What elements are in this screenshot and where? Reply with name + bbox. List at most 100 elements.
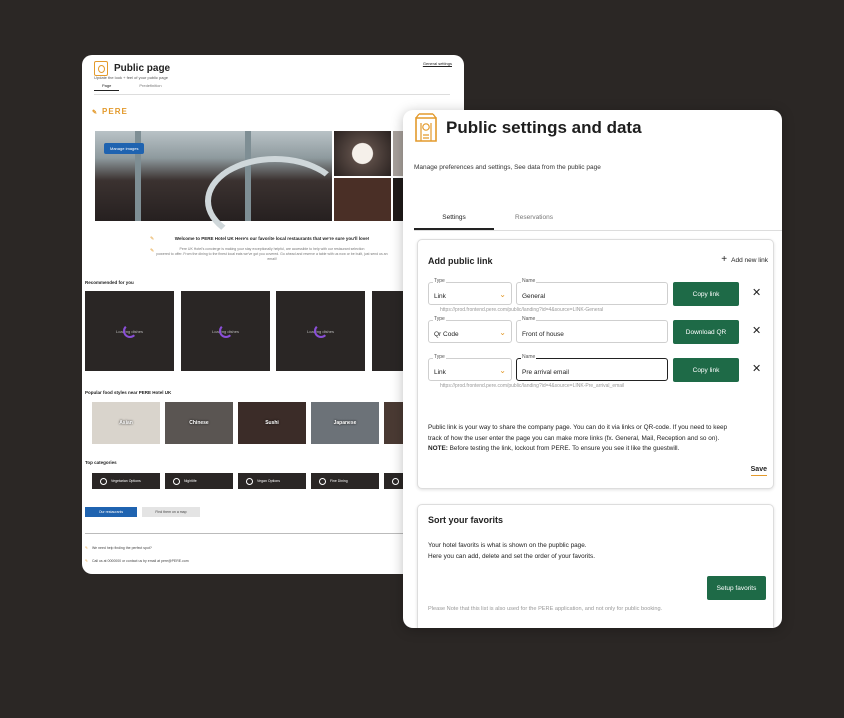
settings-tabs: Settings Reservations [414, 210, 782, 231]
category-label: Vegan Options [257, 479, 280, 483]
close-icon[interactable]: ✕ [752, 362, 761, 375]
contact-line: ✎ Call us at 0000000 or contact us by ema… [85, 559, 189, 563]
name-input[interactable]: Name General [516, 278, 668, 305]
tab-predefinition[interactable]: Predefinition [139, 83, 161, 91]
info-line: Public link is your way to share the com… [428, 424, 728, 431]
add-public-link-panel: Add public link + Add new link Type Link … [417, 239, 774, 489]
close-icon[interactable]: ✕ [752, 324, 761, 337]
sort-favorites-desc: Your hotel favorits is what is shown on … [428, 541, 595, 562]
top-categories-heading: Top categories [85, 460, 117, 465]
sort-favorites-title: Sort your favorits [428, 515, 504, 525]
back-header: Public page [94, 61, 170, 76]
recommended-card[interactable]: Loading dishes [181, 291, 270, 371]
hotel-logo-icon [415, 113, 437, 142]
help-question-text: We need help finding the perfect spot? [91, 546, 152, 550]
food-style-card[interactable]: Asian [92, 402, 160, 444]
name-value: Front of house [522, 331, 564, 338]
copy-link-button[interactable]: Copy link [673, 282, 739, 306]
pencil-icon[interactable]: ✎ [150, 248, 154, 254]
name-input[interactable]: Name Pre arrival email [516, 354, 668, 381]
note-text: Before testing the link, lockout from PE… [447, 445, 680, 452]
type-select[interactable]: Type Link ⌄ [428, 278, 512, 305]
category-chip[interactable]: Fine Dining [311, 473, 379, 489]
contact-text: Call us at 0000000 or contact us by emai… [91, 559, 189, 563]
pencil-icon[interactable]: ✎ [92, 110, 98, 116]
brand-name: PERE [102, 107, 128, 116]
public-link-info: Public link is your way to share the com… [428, 423, 773, 455]
general-settings-link[interactable]: General settings [423, 61, 452, 66]
setup-favorites-button[interactable]: Setup favorits [707, 576, 766, 600]
link-url: https://prod.frontend.pere.com/public/la… [440, 383, 625, 389]
type-select[interactable]: Type Qr Code ⌄ [428, 316, 512, 343]
welcome-block: ✎ Welcome to PERE Hotel UK Here's our fa… [150, 236, 392, 262]
link-url: https://prod.frontend.pere.com/public/la… [440, 307, 604, 313]
food-style-label: Asian [119, 420, 133, 426]
close-icon[interactable]: ✕ [752, 286, 761, 299]
chevron-down-icon: ⌄ [499, 328, 506, 337]
page-title: Public settings and data [446, 118, 642, 137]
food-style-card[interactable]: Sushi [238, 402, 306, 444]
type-label: Type [433, 354, 446, 360]
name-label: Name [521, 354, 537, 360]
type-value: Qr Code [434, 331, 459, 338]
category-chip[interactable]: Vegetarian Options [92, 473, 160, 489]
food-style-card[interactable]: Chinese [165, 402, 233, 444]
sort-favorites-panel: Sort your favorits Your hotel favorits i… [417, 504, 774, 628]
add-public-link-title: Add public link [428, 256, 493, 266]
help-question: ✎ We need help finding the perfect spot? [85, 546, 152, 550]
welcome-desc-2: powered to offer. From the dining to the… [156, 252, 388, 261]
tab-reservations[interactable]: Reservations [494, 210, 574, 230]
pencil-icon[interactable]: ✎ [150, 236, 154, 242]
plus-icon: + [721, 254, 728, 265]
category-label: Vegetarian Options [111, 479, 141, 483]
add-new-link-button[interactable]: + Add new link [721, 254, 768, 265]
recommended-heading: Recommended for you [85, 280, 134, 285]
public-settings-card: Public settings and data Manage preferen… [403, 110, 782, 628]
type-label: Type [433, 316, 446, 322]
info-line: track of how the user enter the page you… [428, 434, 720, 442]
food-style-label: Sushi [265, 420, 279, 426]
tab-settings[interactable]: Settings [414, 210, 494, 230]
category-chip[interactable]: Nightlife [165, 473, 233, 489]
food-styles-heading: Popular food styles near PERE Hotel UK [85, 390, 172, 395]
favorites-desc-line: Your hotel favorits is what is shown on … [428, 542, 587, 549]
gallery-thumb[interactable] [334, 178, 391, 221]
manage-images-button[interactable]: Manage images [104, 143, 145, 154]
add-new-link-label: Add new link [731, 256, 768, 264]
category-icon [319, 477, 326, 485]
type-select[interactable]: Type Link ⌄ [428, 354, 512, 381]
category-icon [100, 477, 107, 485]
name-label: Name [521, 316, 537, 322]
hotel-logo-icon [94, 61, 108, 76]
name-input[interactable]: Name Front of house [516, 316, 668, 343]
our-restaurants-button[interactable]: Our restaurants [85, 507, 137, 517]
gallery-thumb[interactable] [334, 131, 391, 176]
hero-image: Manage images [95, 131, 345, 246]
save-button[interactable]: Save [750, 466, 767, 476]
tab-page[interactable]: Page [94, 83, 120, 91]
back-page-title: Public page [114, 63, 171, 74]
category-label: Fine Dining [330, 479, 348, 483]
category-label: Nightlife [184, 479, 197, 483]
name-value: Pre arrival email [522, 369, 569, 376]
food-style-card[interactable]: Japanese [311, 402, 379, 444]
download-qr-button[interactable]: Download QR [673, 320, 739, 344]
category-chip[interactable]: Vegan Options [238, 473, 306, 489]
name-value: General [522, 293, 546, 300]
category-icon [392, 477, 399, 485]
find-on-map-button[interactable]: Find them on a map [142, 507, 200, 517]
chevron-down-icon: ⌄ [499, 366, 506, 375]
type-label: Type [433, 278, 446, 284]
welcome-title: Welcome to PERE Hotel UK Here's our favo… [174, 236, 370, 241]
recommended-card[interactable]: Loading dishes [276, 291, 365, 371]
page-description: Manage preferences and settings, See dat… [414, 164, 601, 171]
category-icon [246, 477, 253, 485]
note-line: NOTE: Before testing the link, lockout f… [428, 444, 773, 455]
copy-link-button[interactable]: Copy link [673, 358, 739, 382]
type-value: Link [434, 293, 446, 300]
favorites-desc-line: Here you can add, delete and set the ord… [428, 552, 595, 560]
name-label: Name [521, 278, 537, 284]
front-header: Public settings and data [414, 113, 642, 143]
brand-logo: ✎ PERE [92, 107, 128, 116]
recommended-card[interactable]: Loading dishes [85, 291, 174, 371]
